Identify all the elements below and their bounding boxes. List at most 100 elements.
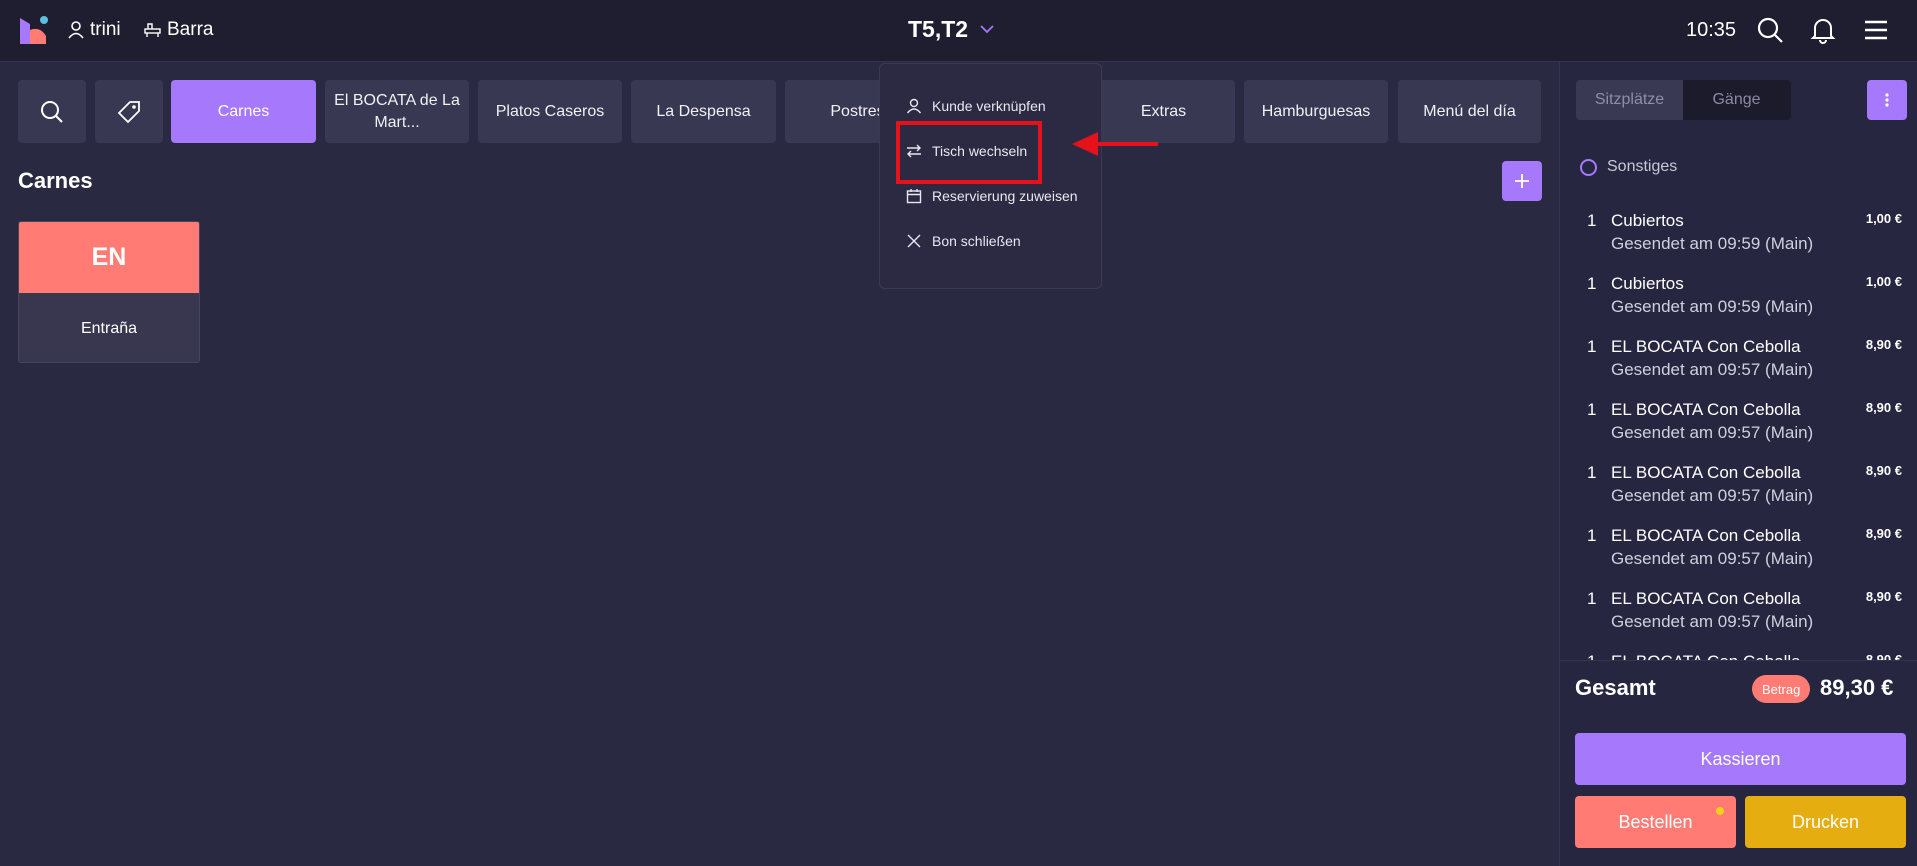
divider (1559, 660, 1917, 661)
more-options-button[interactable] (1867, 80, 1907, 120)
order-item[interactable]: 1 EL BOCATA Con Cebolla Gesendet am 09:5… (1559, 583, 1917, 646)
group-selector[interactable]: Sonstiges (1580, 158, 1677, 176)
total-label: Gesamt (1575, 675, 1656, 700)
product-code: EN (19, 222, 199, 293)
order-price: 1,00 € (1865, 274, 1902, 289)
user-icon (906, 98, 922, 114)
top-bar: trini Barra T5,T2 10:35 (0, 0, 1917, 62)
order-status: Gesendet am 09:57 (Main) (1611, 612, 1814, 631)
order-list: 1 Cubiertos Gesendet am 09:59 (Main) 1,0… (1559, 200, 1917, 660)
tag-filter-button[interactable] (95, 80, 163, 143)
notification-dot (1714, 805, 1726, 817)
order-item[interactable]: 1 Cubiertos Gesendet am 09:59 (Main) 1,0… (1559, 205, 1917, 268)
order-qty: 1 (1587, 400, 1597, 419)
plus-icon (1515, 174, 1529, 188)
order-name: EL BOCATA Con Cebolla (1611, 463, 1801, 482)
order-status: Gesendet am 09:57 (Main) (1611, 486, 1814, 505)
user-name: trini (90, 19, 121, 40)
calendar-icon (906, 189, 922, 204)
tab-seats[interactable]: Sitzplätze (1576, 80, 1683, 120)
tag-icon (117, 100, 140, 123)
search-icon[interactable] (1756, 16, 1784, 44)
view-toggle: Sitzplätze Gänge (1576, 80, 1791, 120)
order-status: Gesendet am 09:57 (Main) (1611, 423, 1814, 442)
menu-item-change-table[interactable]: Tisch wechseln (906, 143, 1027, 159)
swap-icon (907, 144, 921, 158)
bar-icon (144, 23, 161, 37)
menu-item-link-customer[interactable]: Kunde verknüpfen (906, 98, 1046, 114)
search-category-button[interactable] (18, 80, 86, 143)
order-status: Gesendet am 09:59 (Main) (1611, 297, 1814, 316)
order-name: EL BOCATA Con Cebolla (1611, 589, 1801, 608)
order-status: Gesendet am 09:57 (Main) (1611, 360, 1814, 379)
tab-courses[interactable]: Gänge (1683, 80, 1790, 120)
order-price: 8,90 € (1865, 400, 1902, 415)
product-name: Entraña (80, 319, 138, 337)
order-name: Cubiertos (1611, 274, 1684, 293)
order-item[interactable]: 1 EL BOCATA Con Cebolla Gesendet am 09:5… (1559, 457, 1917, 520)
table-options-menu: Kunde verknüpfen Tisch wechseln Reservie… (879, 63, 1102, 289)
order-button[interactable]: Bestellen (1575, 796, 1736, 848)
group-label: Sonstiges (1607, 158, 1678, 175)
red-arrow-annotation (1072, 132, 1158, 156)
order-name: Cubiertos (1611, 211, 1684, 230)
order-status: Gesendet am 09:59 (Main) (1611, 234, 1814, 253)
menu-item-label: Bon schließen (932, 233, 1021, 249)
menu-item-assign-reservation[interactable]: Reservierung zuweisen (906, 188, 1078, 204)
order-qty: 1 (1587, 211, 1597, 230)
order-qty: 1 (1587, 589, 1597, 608)
order-item[interactable]: 1 Cubiertos Gesendet am 09:59 (Main) 1,0… (1559, 268, 1917, 331)
search-icon (41, 100, 63, 123)
tab-carnes[interactable]: Carnes (171, 80, 316, 143)
order-price: 1,00 € (1865, 211, 1902, 226)
order-qty: 1 (1587, 337, 1597, 356)
order-qty: 1 (1587, 274, 1597, 293)
radio-icon (1580, 158, 1597, 176)
user-icon (68, 21, 84, 39)
order-item[interactable]: 1 EL BOCATA Con Cebolla 8,90 € (1559, 646, 1917, 660)
add-product-button[interactable] (1502, 161, 1542, 201)
chevron-down-icon (980, 25, 994, 34)
clock: 10:35 (1686, 19, 1737, 41)
order-qty: 1 (1587, 652, 1596, 660)
order-price: 8,90 € (1865, 337, 1902, 352)
tab-platos-caseros[interactable]: Platos Caseros (478, 80, 622, 143)
order-price: 8,90 € (1865, 526, 1902, 541)
total-amount: 89,30 € (1820, 675, 1894, 700)
kebab-menu-icon (1885, 93, 1889, 107)
order-qty: 1 (1587, 526, 1597, 545)
order-price: 8,90 € (1865, 463, 1902, 478)
tab-hamburguesas[interactable]: Hamburguesas (1244, 80, 1388, 143)
order-item[interactable]: 1 EL BOCATA Con Cebolla Gesendet am 09:5… (1559, 331, 1917, 394)
app-logo (20, 16, 48, 44)
tab-la-despensa[interactable]: La Despensa (631, 80, 776, 143)
checkout-button[interactable]: Kassieren (1575, 733, 1906, 785)
order-name: EL BOCATA Con Cebolla (1611, 652, 1801, 660)
order-name: EL BOCATA Con Cebolla (1611, 526, 1801, 545)
menu-item-label: Reservierung zuweisen (932, 188, 1078, 204)
menu-item-label: Tisch wechseln (932, 143, 1028, 159)
order-status: Gesendet am 09:57 (Main) (1611, 549, 1814, 568)
user-menu[interactable]: trini (68, 19, 121, 41)
order-name: EL BOCATA Con Cebolla (1611, 400, 1801, 419)
table-name: T5,T2 (908, 16, 969, 42)
order-item[interactable]: 1 EL BOCATA Con Cebolla Gesendet am 09:5… (1559, 394, 1917, 457)
hamburger-menu-icon[interactable] (1862, 16, 1890, 44)
order-price: 8,90 € (1865, 589, 1902, 604)
menu-item-label: Kunde verknüpfen (932, 98, 1046, 114)
close-icon (907, 234, 921, 248)
order-name: EL BOCATA Con Cebolla (1611, 337, 1801, 356)
amount-badge: Betrag (1752, 675, 1811, 703)
order-price: 8,90 € (1865, 652, 1902, 660)
tab-el-bocata[interactable]: El BOCATA de La Mart... (325, 80, 469, 143)
location-name: Barra (167, 19, 214, 40)
print-button[interactable]: Drucken (1745, 796, 1906, 848)
product-tile[interactable]: EN Entraña (18, 221, 200, 363)
order-item[interactable]: 1 EL BOCATA Con Cebolla Gesendet am 09:5… (1559, 520, 1917, 583)
tab-menu-del-dia[interactable]: Menú del día (1398, 80, 1541, 143)
location-selector[interactable]: Barra (144, 19, 213, 41)
bell-icon[interactable] (1809, 16, 1837, 44)
table-selector[interactable]: T5,T2 (908, 16, 994, 43)
order-qty: 1 (1587, 463, 1597, 482)
menu-item-close-bill[interactable]: Bon schließen (906, 233, 1021, 249)
